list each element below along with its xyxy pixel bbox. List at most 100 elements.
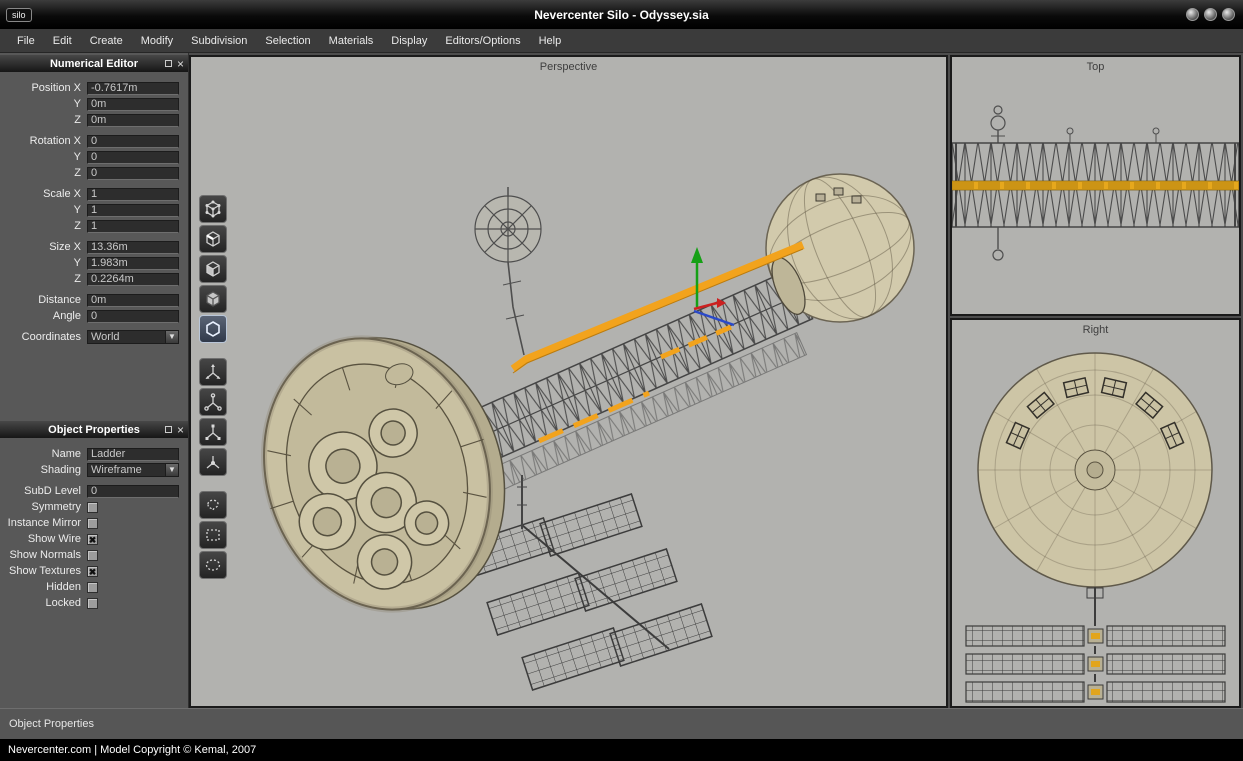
polygon-mode-tool[interactable] [199, 315, 227, 343]
position-z-input[interactable] [87, 114, 179, 127]
menu-selection[interactable]: Selection [256, 29, 319, 53]
close-icon[interactable]: × [177, 424, 184, 436]
size-x-input[interactable] [87, 241, 179, 254]
minimize-button[interactable] [1186, 8, 1199, 21]
right-scene [952, 320, 1239, 706]
checkbox-row-show-textures: Show Textures [4, 563, 179, 579]
rotation-x-input[interactable] [87, 135, 179, 148]
menu-display[interactable]: Display [382, 29, 436, 53]
paint-select-tool[interactable] [199, 551, 227, 579]
field-label: Hidden [4, 581, 87, 593]
angle-input[interactable] [87, 310, 179, 323]
name-input[interactable] [87, 448, 179, 461]
rotation-z-input[interactable] [87, 167, 179, 180]
position-y-input[interactable] [87, 98, 179, 111]
show-wire-checkbox[interactable] [87, 534, 98, 545]
field-angle: Angle [4, 308, 179, 324]
coordinates-value: World [88, 331, 165, 343]
scale-x-input[interactable] [87, 188, 179, 201]
field-label: Z [4, 220, 87, 232]
distance-input[interactable] [87, 294, 179, 307]
menu-edit[interactable]: Edit [44, 29, 81, 53]
coordinates-dropdown[interactable]: World ▼ [87, 330, 179, 344]
field-position-x: Position X [4, 80, 179, 96]
size-y-input[interactable] [87, 257, 179, 270]
numerical-editor-header[interactable]: Numerical Editor × [0, 55, 188, 72]
checkbox-row-show-wire: Show Wire [4, 531, 179, 547]
menu-help[interactable]: Help [530, 29, 571, 53]
checkbox-row-locked: Locked [4, 595, 179, 611]
field-label: Y [4, 257, 87, 269]
shading-dropdown[interactable]: Wireframe ▼ [87, 463, 179, 477]
object-properties-header[interactable]: Object Properties × [0, 421, 188, 438]
instance-mirror-checkbox[interactable] [87, 518, 98, 529]
checkbox-row-instance-mirror: Instance Mirror [4, 515, 179, 531]
chevron-down-icon: ▼ [165, 331, 178, 343]
close-button[interactable] [1222, 8, 1235, 21]
top-scene [952, 57, 1239, 314]
field-subd-level: SubD Level [4, 483, 179, 499]
menu-materials[interactable]: Materials [320, 29, 383, 53]
size-z-input[interactable] [87, 273, 179, 286]
scale-y-input[interactable] [87, 204, 179, 217]
menu-editors-options[interactable]: Editors/Options [436, 29, 529, 53]
collapse-icon[interactable] [165, 60, 172, 67]
footer-text: Nevercenter.com | Model Copyright © Kema… [8, 744, 256, 756]
rect-select-tool[interactable] [199, 521, 227, 549]
close-icon[interactable]: × [177, 58, 184, 70]
checkbox-row-symmetry: Symmetry [4, 499, 179, 515]
edge-select-tool[interactable] [199, 225, 227, 253]
status-text: Object Properties [9, 718, 94, 730]
perspective-viewport[interactable]: Perspective [189, 55, 948, 708]
vertex-select-tool[interactable] [199, 195, 227, 223]
field-size-x: Size X [4, 239, 179, 255]
collapse-icon[interactable] [165, 426, 172, 433]
field-label: SubD Level [4, 485, 87, 497]
scale-manipulator-tool[interactable] [199, 418, 227, 446]
field-label: Y [4, 151, 87, 163]
top-viewport[interactable]: Top [950, 55, 1241, 316]
right-viewport[interactable]: Right [950, 318, 1241, 708]
numerical-editor-panel: Numerical Editor × Position X Y [0, 55, 188, 351]
position-x-input[interactable] [87, 82, 179, 95]
show-normals-checkbox[interactable] [87, 550, 98, 561]
symmetry-checkbox[interactable] [87, 502, 98, 513]
field-rotation-x: Rotation X [4, 133, 179, 149]
menu-modify[interactable]: Modify [132, 29, 182, 53]
universal-manipulator-tool[interactable] [199, 448, 227, 476]
workspace: Numerical Editor × Position X Y [0, 53, 1243, 708]
title-bar: silo Nevercenter Silo - Odyssey.sia [0, 0, 1243, 29]
hidden-checkbox[interactable] [87, 582, 98, 593]
locked-checkbox[interactable] [87, 598, 98, 609]
field-label: Coordinates [4, 331, 87, 343]
object-select-tool[interactable] [199, 285, 227, 313]
face-select-tool[interactable] [199, 255, 227, 283]
field-label: Rotation X [4, 135, 87, 147]
field-distance: Distance [4, 292, 179, 308]
show-textures-checkbox[interactable] [87, 566, 98, 577]
field-label: Z [4, 273, 87, 285]
field-label: Z [4, 114, 87, 126]
menu-bar: File Edit Create Modify Subdivision Sele… [0, 29, 1243, 53]
field-label: Show Normals [4, 549, 87, 561]
field-size-z: Z [4, 271, 179, 287]
menu-create[interactable]: Create [81, 29, 132, 53]
move-manipulator-tool[interactable] [199, 358, 227, 386]
field-label: Y [4, 98, 87, 110]
subd-level-input[interactable] [87, 485, 179, 498]
rotation-y-input[interactable] [87, 151, 179, 164]
scale-z-input[interactable] [87, 220, 179, 233]
field-label: Distance [4, 294, 87, 306]
maximize-button[interactable] [1204, 8, 1217, 21]
field-rotation-y: Y [4, 149, 179, 165]
menu-file[interactable]: File [8, 29, 44, 53]
rotate-manipulator-tool[interactable] [199, 388, 227, 416]
lasso-select-tool[interactable] [199, 491, 227, 519]
field-name: Name [4, 446, 179, 462]
menu-subdivision[interactable]: Subdivision [182, 29, 256, 53]
field-position-z: Z [4, 112, 179, 128]
field-label: Scale X [4, 188, 87, 200]
field-label: Show Wire [4, 533, 87, 545]
field-label: Y [4, 204, 87, 216]
field-rotation-z: Z [4, 165, 179, 181]
